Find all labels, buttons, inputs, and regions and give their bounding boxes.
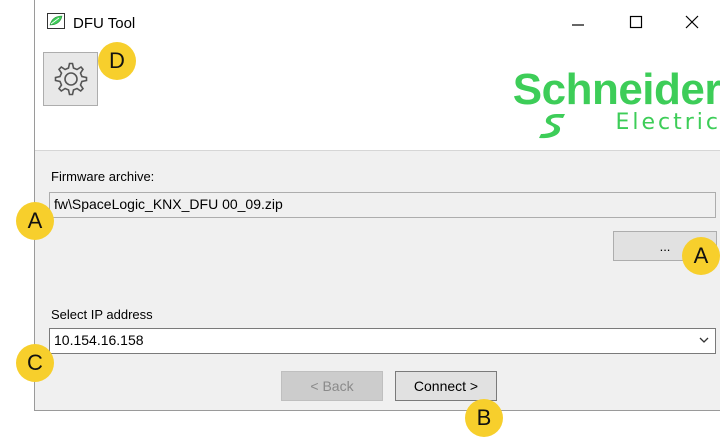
connect-button[interactable]: Connect >	[395, 371, 497, 401]
callout-a-right: A	[682, 237, 720, 275]
title-bar: DFU Tool	[35, 0, 720, 42]
callout-a-left: A	[16, 202, 54, 240]
callout-d: D	[98, 42, 136, 80]
brand-subtitle: Electric	[615, 110, 720, 135]
dfu-tool-window: DFU Tool Schneider Electric Firmware arc…	[34, 0, 720, 411]
close-button[interactable]	[669, 6, 715, 38]
chevron-down-icon	[699, 337, 709, 343]
maximize-icon	[629, 15, 643, 29]
window-title: DFU Tool	[73, 15, 136, 32]
minimize-icon	[572, 24, 584, 26]
firmware-archive-label: Firmware archive:	[51, 169, 155, 184]
settings-button[interactable]	[43, 52, 98, 106]
schneider-electric-logo: Schneider Electric	[475, 68, 720, 150]
back-button[interactable]: < Back	[281, 371, 383, 401]
callout-b: B	[465, 399, 503, 437]
maximize-button[interactable]	[613, 6, 659, 38]
ip-address-select[interactable]: 10.154.16.158	[49, 328, 716, 354]
main-panel: Firmware archive: fw\SpaceLogic_KNX_DFU …	[35, 150, 720, 364]
brand-mark-icon	[539, 114, 565, 139]
close-icon	[685, 15, 699, 29]
ip-address-label: Select IP address	[51, 307, 153, 322]
gear-icon	[54, 62, 87, 96]
brand-name: Schneider	[512, 65, 720, 114]
app-icon	[47, 13, 65, 29]
callout-c: C	[16, 344, 54, 382]
footer-bar: < Back Connect >	[35, 363, 720, 410]
ip-address-value: 10.154.16.158	[54, 332, 144, 348]
header-area: Schneider Electric	[35, 42, 720, 150]
minimize-button[interactable]	[555, 6, 601, 38]
firmware-archive-field[interactable]: fw\SpaceLogic_KNX_DFU 00_09.zip	[49, 192, 716, 218]
